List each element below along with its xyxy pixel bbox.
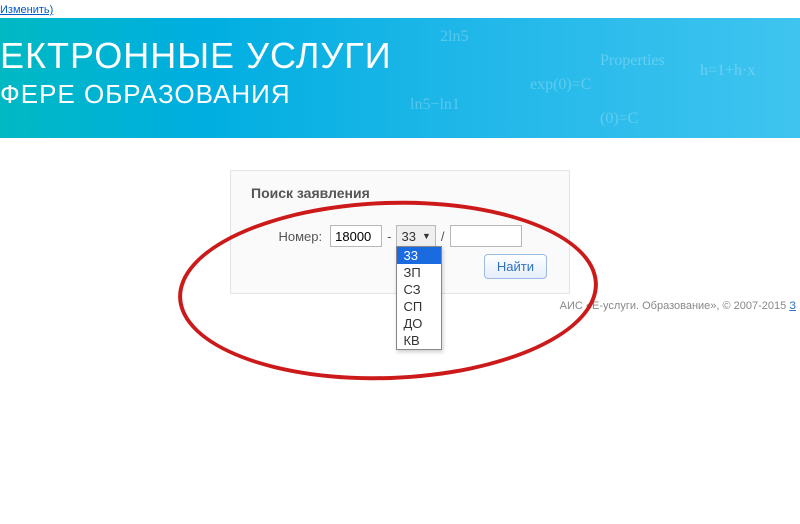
number-input-2[interactable]	[450, 225, 522, 247]
code-select[interactable]: 33 ▼	[396, 225, 435, 247]
dropdown-option[interactable]: 33	[397, 247, 441, 264]
dropdown-option[interactable]: СЗ	[397, 281, 441, 298]
dropdown-option[interactable]: КВ	[397, 332, 441, 349]
code-select-wrap: 33 ▼ 33 ЗП СЗ СП ДО КВ	[396, 225, 435, 247]
footer-text: АИС «Е-услуги. Образование», © 2007-2015	[560, 300, 790, 312]
code-select-value: 33	[401, 229, 415, 244]
chevron-down-icon: ▼	[422, 231, 431, 241]
top-link-bar: Изменить)	[0, 0, 800, 18]
footer-link[interactable]: З	[789, 300, 796, 312]
banner-subtitle: ФЕРЕ ОБРАЗОВАНИЯ	[0, 80, 800, 109]
number-row: Номер: - 33 ▼ 33 ЗП СЗ СП ДО КВ /	[251, 225, 549, 247]
number-label: Номер:	[279, 229, 323, 244]
panel-title: Поиск заявления	[251, 185, 549, 201]
content-area: Поиск заявления Номер: - 33 ▼ 33 ЗП СЗ С…	[0, 138, 800, 294]
search-panel: Поиск заявления Номер: - 33 ▼ 33 ЗП СЗ С…	[230, 170, 570, 294]
change-link[interactable]: Изменить)	[0, 4, 53, 16]
separator-slash: /	[440, 229, 446, 244]
code-dropdown: 33 ЗП СЗ СП ДО КВ	[396, 246, 442, 350]
formula-text: (0)=C	[600, 110, 638, 128]
banner-title: ЕКТРОННЫЕ УСЛУГИ	[0, 36, 800, 76]
find-button[interactable]: Найти	[484, 254, 547, 279]
separator-dash: -	[386, 229, 392, 244]
dropdown-option[interactable]: ДО	[397, 315, 441, 332]
dropdown-option[interactable]: ЗП	[397, 264, 441, 281]
dropdown-option[interactable]: СП	[397, 298, 441, 315]
number-input-1[interactable]	[330, 225, 382, 247]
banner: ЕКТРОННЫЕ УСЛУГИ ФЕРЕ ОБРАЗОВАНИЯ 2ln5 P…	[0, 18, 800, 138]
